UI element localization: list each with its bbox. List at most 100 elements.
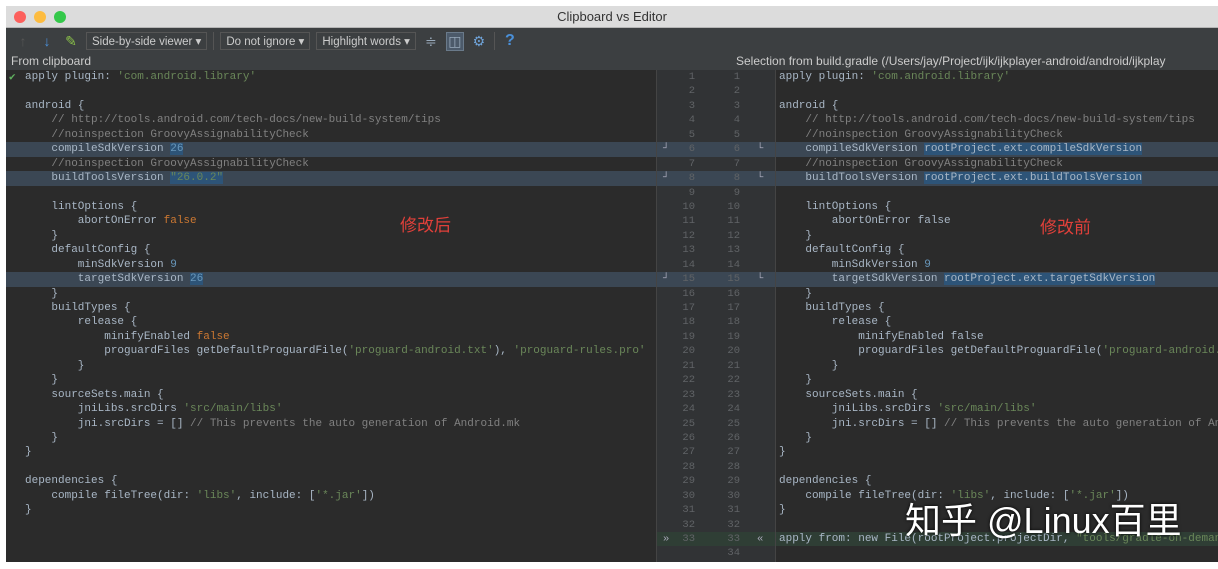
apply-right-icon[interactable]: └ bbox=[757, 272, 763, 286]
code-line: release { bbox=[6, 315, 656, 329]
code-token: lintOptions { bbox=[779, 200, 892, 213]
help-icon[interactable]: ? bbox=[501, 32, 519, 50]
code-token: } bbox=[779, 446, 786, 459]
next-difference-icon[interactable]: ↓ bbox=[38, 33, 56, 49]
code-line: sourceSets.main { bbox=[6, 388, 656, 402]
close-button[interactable] bbox=[14, 11, 26, 23]
gutter-row: 22 22 bbox=[657, 373, 775, 387]
right-line-number: 5 bbox=[733, 128, 740, 141]
right-line-number: 22 bbox=[727, 374, 740, 387]
viewer-dropdown[interactable]: Side-by-side viewer ▾ bbox=[86, 32, 208, 50]
right-line-number: 27 bbox=[727, 446, 740, 459]
gutter-row: 11 11 bbox=[657, 214, 775, 228]
code-token: lintOptions { bbox=[25, 200, 138, 213]
apply-left-icon[interactable]: » bbox=[663, 532, 669, 546]
apply-right-icon[interactable]: « bbox=[757, 532, 763, 546]
code-token: minSdkVersion bbox=[25, 258, 171, 271]
code-token: } bbox=[779, 229, 813, 242]
right-line-number: 24 bbox=[727, 403, 740, 416]
left-line-number: 27 bbox=[682, 446, 695, 459]
code-token: defaultConfig { bbox=[779, 244, 905, 257]
gutter-row: 23 23 bbox=[657, 388, 775, 402]
code-token: ]) bbox=[361, 489, 375, 502]
right-line-number: 32 bbox=[727, 518, 740, 531]
highlight-dropdown[interactable]: Highlight words ▾ bbox=[316, 32, 416, 50]
code-line: compile fileTree(dir: 'libs', include: [… bbox=[6, 489, 656, 503]
right-line-number: 1 bbox=[733, 71, 740, 83]
maximize-button[interactable] bbox=[54, 11, 66, 23]
gear-icon[interactable]: ⚙ bbox=[470, 33, 488, 50]
code-token: // This prevents the auto generation of … bbox=[944, 417, 1218, 430]
code-token: false bbox=[163, 215, 197, 228]
code-line: compileSdkVersion 26 bbox=[6, 142, 656, 157]
code-line: abortOnError false bbox=[776, 214, 1218, 228]
right-line-number: 20 bbox=[727, 345, 740, 358]
collapse-unchanged-icon[interactable]: ≑ bbox=[422, 33, 440, 50]
code-token: } bbox=[25, 374, 59, 387]
previous-difference-icon[interactable]: ↑ bbox=[14, 33, 32, 49]
right-line-number: 11 bbox=[727, 215, 740, 228]
left-line-number: 8 bbox=[688, 172, 695, 185]
code-token: compile fileTree( bbox=[25, 489, 164, 502]
right-line-number: 7 bbox=[733, 157, 740, 170]
code-line: } bbox=[776, 431, 1218, 445]
left-line-number: 2 bbox=[688, 85, 695, 98]
right-line-number: 33 bbox=[727, 533, 740, 545]
apply-right-icon[interactable]: └ bbox=[757, 142, 763, 156]
sync-scroll-icon[interactable]: ◫ bbox=[445, 31, 464, 51]
code-token: ), bbox=[493, 345, 514, 358]
code-line: //noinspection GroovyAssignabilityCheck bbox=[776, 128, 1218, 142]
gutter-row: 17 17 bbox=[657, 301, 775, 315]
code-token: // This prevents the auto generation of … bbox=[190, 417, 521, 430]
code-line: // http://tools.android.com/tech-docs/ne… bbox=[776, 113, 1218, 127]
right-line-number: 21 bbox=[727, 359, 740, 372]
right-line-number: 10 bbox=[727, 200, 740, 213]
code-line: compileSdkVersion rootProject.ext.compil… bbox=[776, 142, 1218, 157]
gutter-row: 11 bbox=[657, 70, 775, 84]
right-line-number: 8 bbox=[733, 172, 740, 185]
code-line: dependencies { bbox=[776, 474, 1218, 488]
gutter-row: 30 30 bbox=[657, 489, 775, 503]
code-line: minifyEnabled false bbox=[6, 330, 656, 344]
code-line: sourceSets.main { bbox=[776, 388, 1218, 402]
left-editor[interactable]: ✔ apply plugin: 'com.android.library' andr… bbox=[6, 70, 656, 562]
code-token: : bbox=[858, 71, 872, 83]
pane-headers: From clipboard Selection from build.grad… bbox=[6, 54, 1218, 70]
code-line: lintOptions { bbox=[776, 200, 1218, 214]
apply-left-icon[interactable]: ┘ bbox=[663, 171, 669, 185]
right-editor[interactable]: apply plugin: 'com.android.library' andro… bbox=[776, 70, 1218, 562]
code-line: lintOptions { bbox=[6, 200, 656, 214]
left-line-number: 10 bbox=[682, 200, 695, 213]
code-line: } bbox=[6, 445, 656, 459]
left-pane-title: From clipboard bbox=[11, 54, 92, 68]
left-line-number: 21 bbox=[682, 359, 695, 372]
code-token: abortOnError bbox=[25, 215, 164, 228]
left-line-number: 22 bbox=[682, 374, 695, 387]
code-token: } bbox=[25, 359, 85, 372]
right-line-number: 13 bbox=[727, 244, 740, 257]
apply-left-icon[interactable]: ┘ bbox=[663, 272, 669, 286]
code-token: jni.srcDirs = [] bbox=[779, 417, 945, 430]
gutter-row: 28 28 bbox=[657, 460, 775, 474]
ignore-dropdown[interactable]: Do not ignore ▾ bbox=[220, 32, 311, 50]
code-token: jniLibs.srcDirs bbox=[25, 403, 184, 416]
code-token: apply bbox=[25, 71, 65, 83]
code-token: 'com.android.library' bbox=[117, 71, 257, 83]
apply-right-icon[interactable]: └ bbox=[757, 171, 763, 185]
apply-left-icon[interactable]: ┘ bbox=[663, 142, 669, 156]
code-token: } bbox=[25, 431, 59, 444]
gutter-row: 99 bbox=[657, 186, 775, 200]
code-token: } bbox=[779, 287, 813, 300]
left-line-number: 26 bbox=[682, 431, 695, 444]
code-line: minSdkVersion 9 bbox=[776, 258, 1218, 272]
code-line: apply plugin: 'com.android.library' bbox=[776, 70, 1218, 84]
gutter-row: 31 31 bbox=[657, 503, 775, 517]
code-token: rootProject.ext.targetSdkVersion bbox=[944, 273, 1156, 286]
code-token: android { bbox=[779, 99, 839, 112]
edit-source-icon[interactable]: ✎ bbox=[62, 33, 80, 50]
minimize-button[interactable] bbox=[34, 11, 46, 23]
left-line-number: 24 bbox=[682, 403, 695, 416]
